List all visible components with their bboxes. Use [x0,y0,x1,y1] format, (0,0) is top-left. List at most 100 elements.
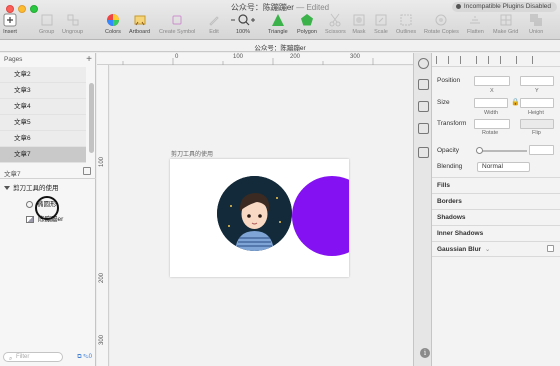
disclosure-triangle-icon[interactable] [4,186,10,191]
make-grid-button[interactable]: Make Grid [493,13,518,35]
align-right-icon[interactable] [460,56,468,64]
plugins-badge[interactable]: Incompatible Plugins Disabled [451,2,557,12]
union-button[interactable]: Union [529,13,543,35]
avatar-image[interactable] [217,176,292,251]
vertical-ruler[interactable]: 100 200 300 [97,65,109,366]
pages-scrollbar[interactable] [89,83,94,153]
mask-button[interactable]: Mask [352,13,366,35]
pages-header: Pages + [0,54,96,66]
page-item[interactable]: 文章2 [0,67,86,83]
borders-section[interactable]: Borders [432,193,560,209]
insert-button[interactable]: Insert [3,13,17,35]
triangle-button[interactable]: Triangle [268,13,288,35]
scale-button[interactable]: Scale [374,13,388,35]
add-page-icon[interactable]: + [86,54,92,65]
filter-count: 0 [88,354,92,360]
group-button[interactable]: Group [39,13,54,35]
opacity-slider[interactable] [477,150,527,152]
distribute-v-icon[interactable] [532,56,540,64]
flatten-button[interactable]: Flatten [467,13,484,35]
create-symbol-button[interactable]: Create Symbol [159,13,195,35]
triangle-icon [271,14,284,26]
filter-input[interactable]: ⌕ Filter [3,352,63,362]
blending-value: Normal [482,163,503,170]
opacity-label: Opacity [437,147,460,154]
polygon-button[interactable]: Polygon [297,13,317,35]
fills-section[interactable]: Fills [432,177,560,193]
page-item[interactable]: 文章4 [0,99,86,115]
rotate-copies-button[interactable]: Rotate Copies [424,13,459,35]
ungroup-button[interactable]: Ungroup [62,13,83,35]
height-input[interactable] [520,98,554,108]
chevron-updown-icon[interactable]: ⌄ [485,246,490,253]
filter-options[interactable]: ⧉ ✎0 [77,354,92,361]
inner-shadows-section[interactable]: Inner Shadows [432,225,560,241]
outlines-icon [400,14,412,26]
group-label: Group [39,29,55,35]
outlines-button[interactable]: Outlines [396,13,416,35]
document-title: 公众号：陈蹦蹦er — Edited [200,2,360,13]
scissors-icon [329,13,341,27]
sketch-window: 公众号：陈蹦蹦er — Edited Incompatible Plugins … [0,0,560,366]
align-top-icon[interactable] [476,56,484,64]
ruler-tick-label: 300 [99,334,105,345]
align-bottom-icon[interactable] [500,56,508,64]
page-item[interactable]: 文章3 [0,83,86,99]
polygon-label: Polygon [297,29,317,35]
opacity-slider-thumb[interactable] [476,147,483,154]
info-icon[interactable]: i [420,348,430,358]
prototype-tab-icon[interactable] [418,101,429,112]
shadows-section[interactable]: Shadows [432,209,560,225]
search-icon: ⌕ [9,356,13,362]
layers-divider [0,178,96,179]
triangle-label: Triangle [268,29,288,35]
symbols-tab-icon[interactable] [418,123,429,134]
blending-select[interactable]: Normal [477,162,530,172]
export-tab-icon[interactable] [418,79,429,90]
x-input[interactable] [474,76,510,86]
minimize-window-button[interactable] [18,5,26,13]
canvas[interactable]: 剪刀工具的使用 [110,66,413,366]
grid-tab-icon[interactable] [418,147,429,158]
gaussian-blur-checkbox[interactable] [547,245,554,252]
zoom-control[interactable]: 100% [230,13,256,35]
style-tab-icon[interactable] [418,58,429,69]
blending-label: Blending [437,163,463,170]
artboard-title[interactable]: 剪刀工具的使用 [171,149,213,158]
flip-buttons[interactable] [520,119,554,129]
artboard[interactable] [170,159,349,277]
page-item-selected[interactable]: 文章7 [0,147,86,163]
ruler-tick-label: 200 [99,272,105,283]
image-icon [26,215,34,223]
current-page-label: 文章7 [4,171,21,178]
collapse-pages-icon[interactable] [83,167,91,175]
ruler-tick-label: 200 [290,54,301,60]
filter-placeholder: Filter [16,354,30,360]
artboard-button[interactable]: Artboard [129,13,150,35]
page-item[interactable]: 文章5 [0,115,86,131]
distribute-h-icon[interactable] [516,56,524,64]
align-middle-icon[interactable] [488,56,496,64]
colors-button[interactable]: Colors [105,13,121,35]
lock-ratio-icon[interactable]: 🔒 [511,98,520,106]
width-input[interactable] [474,98,508,108]
layer-artboard[interactable]: 剪刀工具的使用 [4,182,59,192]
align-center-icon[interactable] [448,56,456,64]
scissors-label: Scissors [325,29,346,35]
gaussian-blur-section[interactable]: Gaussian Blur ⌄ [432,241,560,257]
document-tab-bar: 公众号：陈蹦蹦er [0,40,560,52]
edit-button[interactable]: Edit [207,13,221,35]
scissors-button[interactable]: Scissors [325,13,346,35]
horizontal-ruler[interactable]: 0 100 200 300 [97,53,413,65]
page-item[interactable]: 文章6 [0,131,86,147]
mask-icon [353,14,365,26]
purple-oval[interactable] [292,176,349,256]
rotate-input[interactable] [474,119,510,129]
zoom-window-button[interactable] [30,5,38,13]
opacity-input[interactable] [529,145,554,155]
close-window-button[interactable] [6,5,14,13]
document-tab[interactable]: 公众号：陈蹦蹦er [230,42,330,52]
rotate-label: Rotate [482,130,499,136]
y-input[interactable] [520,76,554,86]
align-left-icon[interactable] [436,56,444,64]
